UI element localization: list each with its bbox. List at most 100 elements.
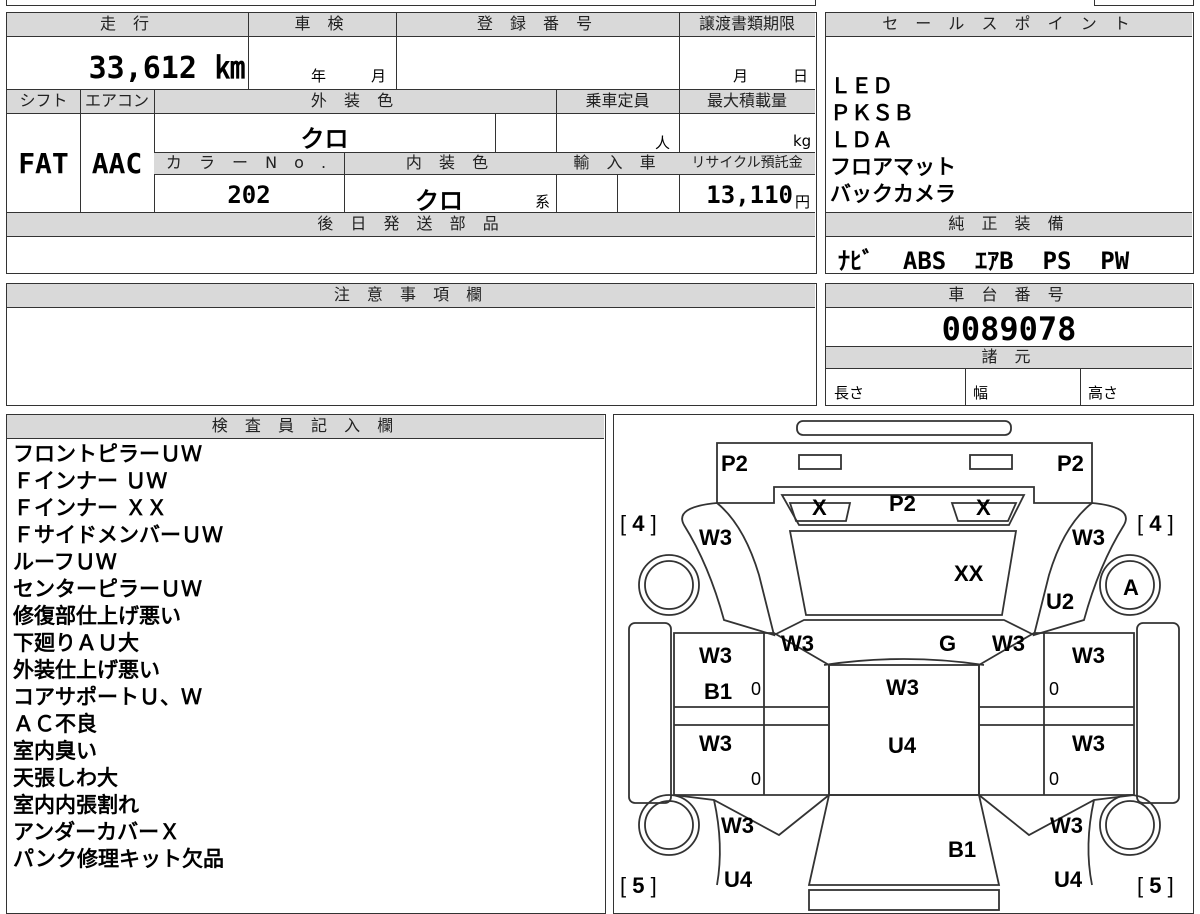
list-item: ＬＤＡ bbox=[830, 128, 893, 152]
genuine-equipment-value: ﾅﾋﾞ ABS ｴｱB PS PW bbox=[838, 247, 1130, 275]
recycle-label: リサイクル預託金 bbox=[679, 153, 815, 175]
list-item: パンク修理キット欠品 bbox=[13, 847, 225, 871]
capacity-label: 乗車定員 bbox=[556, 90, 679, 114]
diagram-label-w3-fl-top: W3 bbox=[699, 525, 732, 550]
length-label: 長さ bbox=[834, 384, 865, 402]
tire-value-fr: 4 bbox=[1149, 511, 1162, 536]
tire-value-fl: 4 bbox=[632, 511, 645, 536]
list-item: フロントピラーＵＷ bbox=[13, 442, 202, 466]
diagram-label-p2-right: P2 bbox=[1057, 451, 1084, 476]
list-item: 天張しわ大 bbox=[13, 766, 118, 790]
list-item: 室内内張割れ bbox=[13, 793, 139, 817]
diagram-label-zero-1: 0 bbox=[751, 679, 762, 699]
tire-label-rr: [ 5 ] bbox=[1137, 873, 1174, 898]
import-label: 輸 入 車 bbox=[556, 153, 679, 175]
diagram-label-p2-center: P2 bbox=[889, 491, 916, 516]
diagram-label-u4-center: U4 bbox=[888, 733, 917, 758]
transfer-deadline-label: 譲渡書類期限 bbox=[679, 13, 815, 37]
transfer-day: 日 bbox=[793, 67, 809, 85]
diagram-label-zero-4: 0 bbox=[1049, 769, 1060, 789]
interior-label: 内 装 色 bbox=[344, 153, 556, 175]
exterior-value: クロ bbox=[300, 125, 349, 153]
shift-value: FAT bbox=[18, 147, 69, 180]
mileage-value: 33,612 ㎞ bbox=[88, 51, 245, 86]
vehicle-info-panel: 走 行 車 検 登 録 番 号 譲渡書類期限 33,612 ㎞ 年 月 月 日 … bbox=[6, 12, 817, 274]
maxload-label: 最大積載量 bbox=[679, 90, 815, 114]
inspector-panel: 検 査 員 記 入 欄 フロントピラーＵＷ Ｆインナー ＵＷ Ｆインナー ＸＸ … bbox=[6, 414, 606, 914]
diagram-label-p2-left: P2 bbox=[721, 451, 748, 476]
chassis-number-label: 車 台 番 号 bbox=[826, 284, 1192, 308]
sales-points-label: セ ー ル ス ポ イ ン ト bbox=[826, 13, 1192, 37]
capacity-unit: 人 bbox=[655, 134, 671, 152]
interior-suffix: 系 bbox=[535, 193, 551, 211]
diagram-label-w3-ld1: W3 bbox=[699, 643, 732, 668]
registration-label: 登 録 番 号 bbox=[396, 13, 679, 37]
top-strip-left bbox=[6, 0, 816, 6]
ac-value: AAC bbox=[91, 147, 143, 180]
mileage-label: 走 行 bbox=[7, 13, 248, 37]
recycle-value: 13,110 bbox=[706, 181, 793, 209]
diagram-label-xx: XX bbox=[954, 561, 984, 586]
diagram-label-u4-right: U4 bbox=[1054, 867, 1083, 892]
sales-points-panel: セ ー ル ス ポ イ ン ト ＬＥＤ ＰＫＳＢ ＬＤＡ フロアマット バックカ… bbox=[825, 12, 1194, 275]
list-item: ルーフＵＷ bbox=[13, 550, 117, 574]
top-strip-right bbox=[1094, 0, 1194, 6]
list-item: 外装仕上げ悪い bbox=[13, 658, 160, 682]
transfer-month: 月 bbox=[733, 67, 749, 85]
list-item: ＰＫＳＢ bbox=[830, 101, 914, 125]
diagram-label-b1-left: B1 bbox=[704, 679, 733, 704]
spec-label: 諸 元 bbox=[826, 347, 1192, 369]
notes-label: 注 意 事 項 欄 bbox=[7, 284, 815, 308]
diagram-label-u2: U2 bbox=[1046, 589, 1075, 614]
inspector-list: フロントピラーＵＷ Ｆインナー ＵＷ Ｆインナー ＸＸ ＦサイドメンバーＵＷ ル… bbox=[13, 441, 224, 873]
later-parts-label: 後 日 発 送 部 品 bbox=[7, 213, 815, 237]
shaken-month: 月 bbox=[371, 67, 387, 85]
list-item: フロアマット bbox=[830, 155, 956, 179]
list-item: センターピラーＵＷ bbox=[13, 577, 202, 601]
interior-value: クロ bbox=[415, 187, 463, 215]
diagram-label-g: G bbox=[939, 631, 957, 656]
list-item: ＬＥＤ bbox=[830, 74, 893, 98]
ac-label: エアコン bbox=[80, 90, 154, 114]
diagram-label-w3-rr: W3 bbox=[1050, 813, 1083, 838]
tire-value-rl: 5 bbox=[632, 873, 645, 898]
colorno-label: カ ラ ー N o . bbox=[154, 153, 344, 175]
diagram-label-zero-3: 0 bbox=[1049, 679, 1060, 699]
chassis-panel: 車 台 番 号 0089078 諸 元 長さ 幅 高さ bbox=[825, 283, 1194, 406]
list-item: 修復部仕上げ悪い bbox=[13, 604, 181, 628]
diagram-label-a: A bbox=[1123, 575, 1139, 600]
width-label: 幅 bbox=[973, 384, 989, 402]
shaken-year: 年 bbox=[311, 67, 327, 85]
shaken-label: 車 検 bbox=[248, 13, 396, 37]
recycle-unit: 円 bbox=[795, 193, 811, 211]
chassis-number-value: 0089078 bbox=[941, 310, 1077, 348]
diagram-label-w3-roof: W3 bbox=[886, 675, 919, 700]
diagram-label-x-right: X bbox=[976, 495, 991, 520]
diagram-label-u4-left: U4 bbox=[724, 867, 753, 892]
shift-label: シフト bbox=[7, 90, 80, 114]
colorno-value: 202 bbox=[227, 181, 271, 209]
notes-panel: 注 意 事 項 欄 bbox=[6, 283, 817, 406]
list-item: ＡＣ不良 bbox=[13, 712, 97, 736]
tire-label-fr: [ 4 ] bbox=[1137, 511, 1174, 536]
list-item: Ｆインナー ＸＸ bbox=[13, 496, 168, 520]
diagram-label-x-left: X bbox=[812, 495, 827, 520]
exterior-label: 外 装 色 bbox=[154, 90, 556, 114]
diagram-label-w3-fr-top: W3 bbox=[1072, 525, 1105, 550]
diagram-label-zero-2: 0 bbox=[751, 769, 762, 789]
diagram-label-w3-rd2: W3 bbox=[1072, 731, 1105, 756]
list-item: Ｆインナー ＵＷ bbox=[13, 469, 168, 493]
list-item: 室内臭い bbox=[13, 739, 97, 763]
tire-label-fl: [ 4 ] bbox=[620, 511, 657, 536]
car-diagram-panel: P2 P2 P2 X X XX U2 A G W3 W3 W3 W3 W3 W3… bbox=[613, 414, 1194, 914]
height-label: 高さ bbox=[1088, 384, 1119, 402]
genuine-equipment-label: 純 正 装 備 bbox=[826, 213, 1192, 237]
list-item: ＦサイドメンバーＵＷ bbox=[13, 523, 223, 547]
tire-label-rl: [ 5 ] bbox=[620, 873, 657, 898]
sales-points-list: ＬＥＤ ＰＫＳＢ ＬＤＡ フロアマット バックカメラ bbox=[830, 73, 956, 208]
inspector-label: 検 査 員 記 入 欄 bbox=[7, 415, 604, 439]
diagram-label-w3-fr-pillar: W3 bbox=[992, 631, 1025, 656]
list-item: アンダーカバーＸ bbox=[13, 820, 181, 844]
list-item: 下廻りＡＵ大 bbox=[13, 631, 139, 655]
list-item: コアサポートＵ、Ｗ bbox=[13, 685, 202, 709]
